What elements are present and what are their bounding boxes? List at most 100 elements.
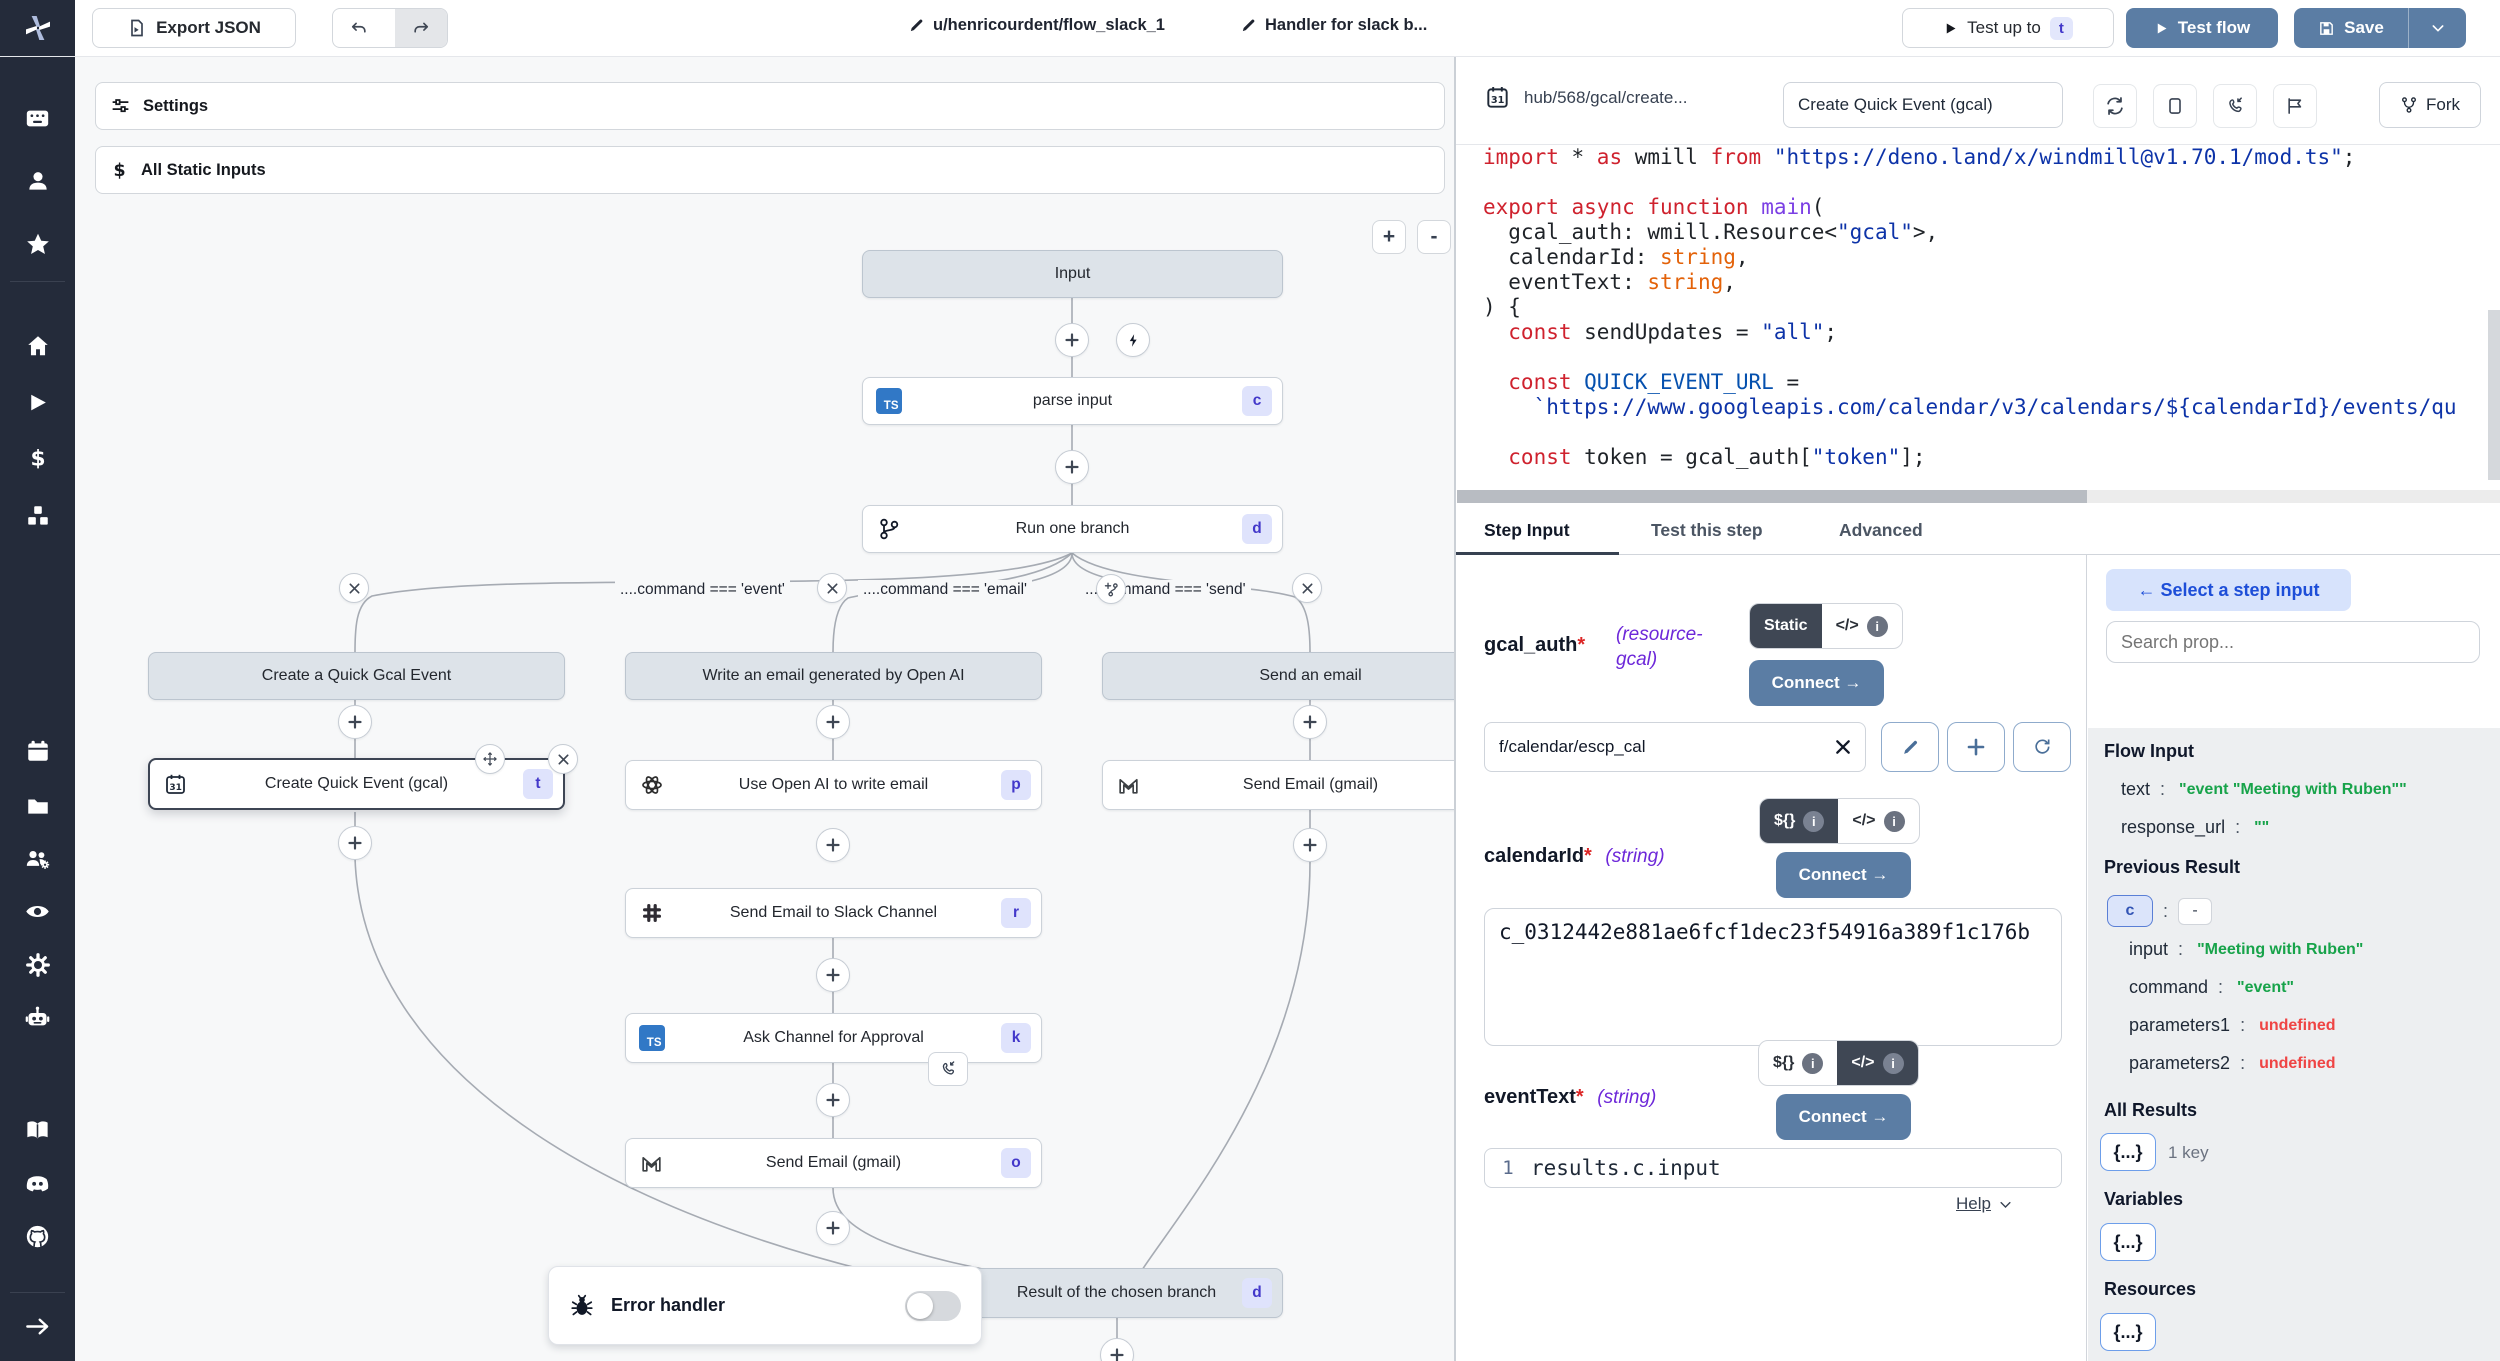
code-vscrollbar-thumb[interactable] [2488, 310, 2500, 480]
all-results-object-badge[interactable]: {...} [2100, 1133, 2156, 1171]
branch-header-email[interactable]: Write an email generated by Open AI [625, 652, 1042, 700]
insert-step-button[interactable] [1055, 450, 1089, 484]
save-button[interactable]: Save [2294, 18, 2408, 38]
resources-object-badge[interactable]: {...} [2100, 1313, 2156, 1351]
help-link[interactable]: Help [1956, 1194, 2013, 1214]
info-icon[interactable]: i [1883, 1053, 1904, 1074]
info-icon[interactable]: i [1867, 616, 1888, 637]
error-handler-toggle[interactable] [905, 1291, 961, 1321]
user-icon[interactable] [24, 167, 51, 194]
insert-step-button[interactable] [1293, 705, 1327, 739]
template-mode-segment[interactable]: ${}i [1760, 799, 1838, 843]
github-icon[interactable] [24, 1223, 51, 1250]
insert-step-button[interactable] [816, 705, 850, 739]
delete-branch-button[interactable] [339, 573, 369, 603]
insert-step-button[interactable] [816, 1083, 850, 1117]
tab-advanced[interactable]: Advanced [1839, 520, 1923, 541]
edit-resource-button[interactable] [1881, 722, 1939, 772]
retry-settings-button[interactable] [2093, 84, 2137, 128]
insert-step-button[interactable] [816, 1211, 850, 1245]
variables-dollar-icon[interactable]: $ [24, 445, 51, 472]
info-icon[interactable]: i [1884, 811, 1905, 832]
prop-search-input[interactable] [2106, 621, 2480, 663]
prop-row-text[interactable]: text "event "Meeting with Ruben"" [2121, 779, 2407, 800]
refresh-resource-button[interactable] [2013, 722, 2071, 772]
flow-input-node[interactable]: Input [862, 250, 1283, 298]
insert-step-button[interactable] [338, 826, 372, 860]
early-stop-flag-button[interactable] [2273, 84, 2317, 128]
parse-input-node[interactable]: TS parse input c [862, 377, 1283, 425]
info-icon[interactable]: i [1802, 1053, 1823, 1074]
code-editor[interactable]: import * as wmill from "https://deno.lan… [1456, 145, 2500, 500]
workspace-apps-icon[interactable] [24, 105, 51, 132]
insert-step-button[interactable] [816, 828, 850, 862]
resource-input-gcal-auth[interactable]: f/calendar/escp_cal [1484, 722, 1866, 772]
undo-button[interactable] [333, 8, 386, 48]
resources-boxes-icon[interactable] [24, 502, 51, 529]
flow-path-breadcrumb[interactable]: u/henricourdent/flow_slack_1 [908, 16, 1165, 35]
test-up-to-button[interactable]: Test up to t [1902, 8, 2114, 48]
save-dropdown-button[interactable] [2409, 20, 2466, 36]
delete-branch-button[interactable] [817, 573, 847, 603]
run-one-branch-node[interactable]: Run one branch d [862, 505, 1283, 553]
insert-step-button[interactable] [816, 958, 850, 992]
static-mode-segment[interactable]: Static [1750, 604, 1822, 648]
gmail-step-node-right[interactable]: Send Email (gmail) [1102, 760, 1455, 810]
docs-book-icon[interactable] [24, 1117, 51, 1144]
event-text-expression-editor[interactable]: 1 results.c.input [1484, 1148, 2062, 1188]
gmail-step-node[interactable]: Send Email (gmail) o [625, 1138, 1042, 1188]
approval-step-node[interactable]: TS Ask Channel for Approval k [625, 1013, 1042, 1063]
prop-row-response-url[interactable]: response_url "" [2121, 817, 2269, 838]
branch-header-send[interactable]: Send an email [1102, 652, 1455, 700]
openai-step-node[interactable]: Use Open AI to write email p [625, 760, 1042, 810]
cache-square-button[interactable] [2153, 84, 2197, 128]
step-id-badge[interactable]: c [2107, 895, 2153, 927]
trigger-bolt-button[interactable] [1116, 323, 1150, 357]
groups-users-icon[interactable] [24, 845, 51, 872]
home-icon[interactable] [24, 332, 51, 359]
folders-icon[interactable] [24, 792, 51, 819]
calendar-id-textarea[interactable]: c_0312442e881ae6fcf1dec23f54916a389f1c17… [1484, 908, 2062, 1046]
fork-button[interactable]: Fork [2379, 82, 2481, 128]
branch-condition-event[interactable]: ....command === 'event' [615, 580, 790, 600]
branch-condition-email[interactable]: ....command === 'email' [858, 580, 1032, 600]
move-node-handle[interactable] [475, 744, 505, 774]
windmill-logo[interactable] [0, 0, 75, 56]
schedules-calendar-icon[interactable] [24, 737, 51, 764]
delete-branch-button[interactable] [1292, 573, 1322, 603]
settings-gear-icon[interactable] [24, 951, 51, 978]
insert-step-button[interactable] [1055, 323, 1089, 357]
add-resource-button[interactable] [1947, 722, 2005, 772]
insert-step-button[interactable] [338, 705, 372, 739]
prop-row-parameters1[interactable]: parameters1 undefined [2129, 1015, 2336, 1036]
javascript-mode-segment[interactable]: </>i [1838, 799, 1918, 843]
collapse-button[interactable]: - [2178, 898, 2212, 925]
branch-result-node[interactable]: Result of the chosen branch d [950, 1268, 1283, 1318]
runs-play-icon[interactable] [24, 389, 51, 416]
watch-eye-icon[interactable] [24, 898, 51, 925]
favorites-star-icon[interactable] [24, 230, 51, 257]
delete-node-button[interactable] [548, 744, 578, 774]
clear-x-icon[interactable] [1835, 739, 1851, 755]
ai-robot-icon[interactable] [24, 1004, 51, 1031]
prop-row-input[interactable]: input "Meeting with Ruben" [2129, 939, 2363, 960]
prop-row-parameters2[interactable]: parameters2 undefined [2129, 1053, 2336, 1074]
tab-test-this-step[interactable]: Test this step [1651, 520, 1763, 541]
prop-row-command[interactable]: command "event" [2129, 977, 2294, 998]
connect-button-gcal-auth[interactable]: Connect → [1749, 660, 1884, 706]
variables-object-badge[interactable]: {...} [2100, 1223, 2156, 1261]
export-json-button[interactable]: Export JSON [92, 8, 296, 48]
template-mode-segment[interactable]: ${}i [1759, 1041, 1837, 1085]
collapse-arrow-right-icon[interactable] [24, 1313, 51, 1340]
test-flow-button[interactable]: Test flow [2126, 8, 2278, 48]
javascript-mode-segment[interactable]: </>i [1837, 1041, 1917, 1085]
add-branch-button[interactable] [1096, 574, 1126, 604]
branch-header-gcal[interactable]: Create a Quick Gcal Event [148, 652, 565, 700]
discord-icon[interactable] [24, 1170, 51, 1197]
select-step-input-button[interactable]: ← Select a step input [2106, 569, 2351, 611]
connect-button-event-text[interactable]: Connect → [1776, 1094, 1911, 1140]
redo-button[interactable] [395, 8, 448, 48]
flow-canvas[interactable]: Settings $ All Static Inputs + - [75, 56, 1455, 1361]
suspend-approval-button[interactable] [928, 1052, 968, 1086]
code-hscrollbar-thumb[interactable] [1457, 490, 2087, 503]
